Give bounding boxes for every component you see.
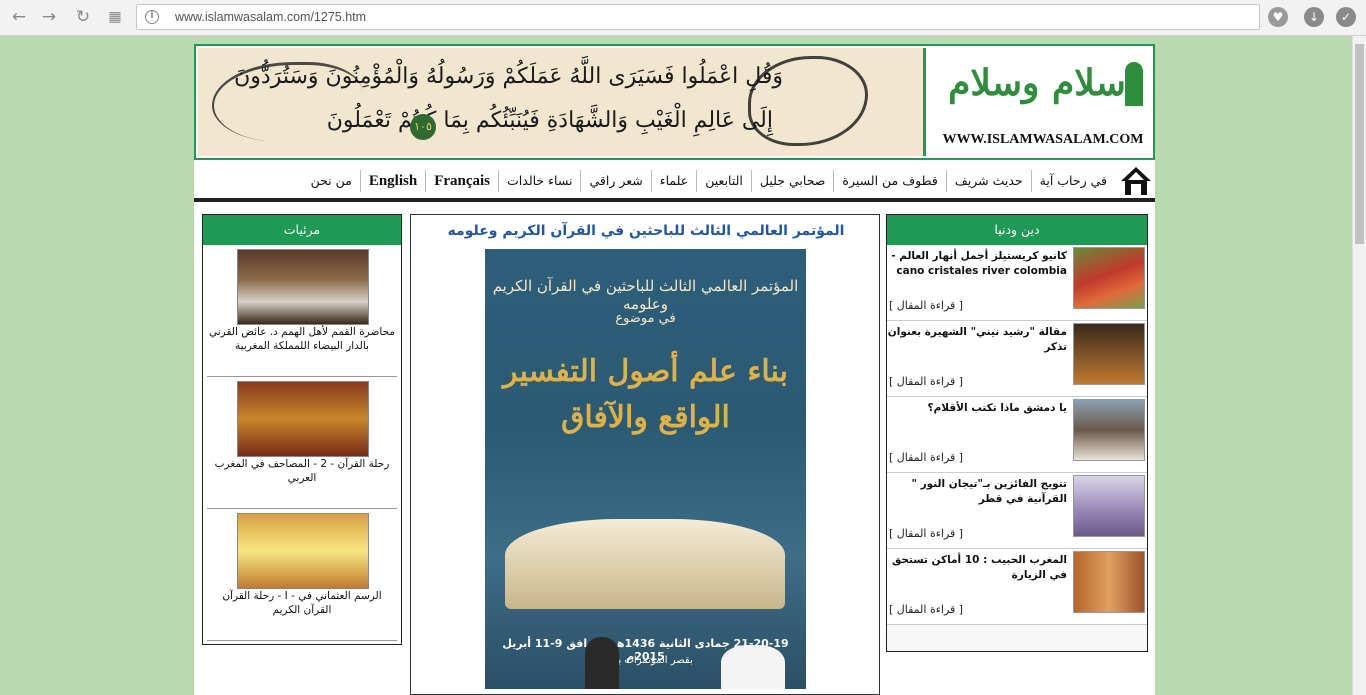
site-logo[interactable]: إسلام وسلام WWW.ISLAMWASALAM.COM xyxy=(932,48,1153,156)
news-title[interactable]: يا دمشق ماذا تكتب الأقلام؟ xyxy=(887,401,1067,416)
menu-item-scholars[interactable]: علماء xyxy=(650,170,697,192)
article-title[interactable]: المؤتمر العالمي الثالث للباحثين في القرآ… xyxy=(411,223,881,239)
news-thumbnail[interactable] xyxy=(1073,551,1145,613)
menu-item-tabieen[interactable]: التابعين xyxy=(696,170,751,192)
quran-verse-banner: وَقُلِ اعْمَلُوا فَسَيَرَى اللَّهُ عَمَل… xyxy=(198,48,926,156)
featured-article: المؤتمر العالمي الثالث للباحثين في القرآ… xyxy=(410,214,880,695)
poster-headline-2: الواقع والآفاق xyxy=(561,400,730,435)
logo-english-text: WWW.ISLAMWASALAM.COM xyxy=(942,132,1144,147)
open-book-illustration xyxy=(505,519,785,609)
back-icon[interactable]: ← xyxy=(8,6,30,28)
menu-items: في رحاب آيةحديث شريفقطوف من السيرةصحابي … xyxy=(303,170,1115,192)
menu-item-french[interactable]: Français xyxy=(425,170,498,192)
read-more-link[interactable]: [ قراءة المقال ] xyxy=(889,451,963,464)
conference-poster[interactable]: المؤتمر العالمي الثالث للباحثين في القرآ… xyxy=(485,249,806,689)
list-item: تتويج الفائزين بـ"تيجان النور " القرآنية… xyxy=(887,473,1147,549)
news-thumbnail[interactable] xyxy=(1073,399,1145,461)
video-thumbnail[interactable] xyxy=(237,249,369,325)
scrollbar[interactable] xyxy=(1352,36,1366,695)
info-icon[interactable]: i xyxy=(145,10,159,24)
menu-item-about[interactable]: من نحن xyxy=(303,170,360,192)
news-title[interactable]: مقالة "رشيد نيني" الشهيرة بعنوان تذكر xyxy=(887,325,1067,355)
video-title[interactable]: الرسم العثماني في - I - رحلة القرآن القر… xyxy=(207,589,397,617)
home-icon[interactable] xyxy=(1119,164,1153,198)
list-item: رحلة القرآن - 2 - المصاحف في المغرب العر… xyxy=(207,377,397,509)
browser-toolbar: ← → ↻ ▦ i www.islamwasalam.com/1275.htm … xyxy=(0,0,1366,36)
read-more-link[interactable]: [ قراءة المقال ] xyxy=(889,299,963,312)
menu-item-seerah[interactable]: قطوف من السيرة xyxy=(833,170,945,192)
list-item: الرسم العثماني في - I - رحلة القرآن القر… xyxy=(207,509,397,641)
extension-icon[interactable]: ✓ xyxy=(1336,7,1356,27)
menu-item-verse[interactable]: في رحاب آية xyxy=(1030,170,1115,192)
list-item: مقالة "رشيد نيني" الشهيرة بعنوان تذكر [ … xyxy=(887,321,1147,397)
video-title[interactable]: محاضرة القمم لأهل الهمم د. عائض القرني ب… xyxy=(207,325,397,353)
news-title[interactable]: المغرب الحبيب : 10 أماكن تستحق في الزيار… xyxy=(887,553,1067,583)
flowers-illustration xyxy=(721,645,785,689)
read-more-link[interactable]: [ قراءة المقال ] xyxy=(889,603,963,616)
read-more-link[interactable]: [ قراءة المقال ] xyxy=(889,527,963,540)
read-more-link[interactable]: [ قراءة المقال ] xyxy=(889,375,963,388)
menu-item-women[interactable]: نساء خالدات xyxy=(498,170,580,192)
list-item: المغرب الحبيب : 10 أماكن تستحق في الزيار… xyxy=(887,549,1147,625)
list-item: محاضرة القمم لأهل الهمم د. عائض القرني ب… xyxy=(207,245,397,377)
page-container: وَقُلِ اعْمَلُوا فَسَيَرَى اللَّهُ عَمَل… xyxy=(194,44,1155,695)
forward-icon[interactable]: → xyxy=(38,6,60,28)
speaker-figure xyxy=(585,637,619,689)
menu-item-hadith[interactable]: حديث شريف xyxy=(945,170,1031,192)
box-header: مرئيات xyxy=(203,215,401,245)
ayah-number-badge: ١٠٥ xyxy=(410,114,436,140)
videos-box: مرئيات محاضرة القمم لأهل الهمم د. عائض ا… xyxy=(202,214,402,645)
url-text[interactable]: www.islamwasalam.com/1275.htm xyxy=(175,10,366,24)
download-icon[interactable]: ↓ xyxy=(1304,7,1324,27)
poster-headline-1: بناء علم أصول التفسير xyxy=(503,354,788,389)
news-thumbnail[interactable] xyxy=(1073,247,1145,309)
scroll-thumb[interactable] xyxy=(1355,44,1364,244)
news-thumbnail[interactable] xyxy=(1073,323,1145,385)
menu-item-companion[interactable]: صحابي جليل xyxy=(750,170,833,192)
news-thumbnail[interactable] xyxy=(1073,475,1145,537)
address-bar[interactable]: i www.islamwasalam.com/1275.htm xyxy=(136,4,1260,30)
religion-world-box: دين ودنيا كانيو كريستيلز أجمل أنهار العا… xyxy=(886,214,1148,652)
video-thumbnail[interactable] xyxy=(237,381,369,457)
heart-icon[interactable]: ♥ xyxy=(1268,7,1288,27)
main-menu: في رحاب آيةحديث شريفقطوف من السيرةصحابي … xyxy=(194,162,1155,202)
menu-item-english[interactable]: English xyxy=(359,170,425,192)
news-title[interactable]: كانيو كريستيلز أجمل أنهار العالم - cano … xyxy=(887,249,1067,279)
logo-arabic-text: إسلام وسلام xyxy=(948,62,1136,104)
reload-icon[interactable]: ↻ xyxy=(72,6,94,28)
verse-line-2: إِلَى عَالِمِ الْغَيْبِ وَالشَّهَادَةِ ف… xyxy=(326,108,773,133)
poster-conference-name: المؤتمر العالمي الثالث للباحثين في القرآ… xyxy=(492,277,799,313)
verse-line-1: وَقُلِ اعْمَلُوا فَسَيَرَى اللَّهُ عَمَل… xyxy=(234,64,783,89)
poster-subject-label: في موضوع xyxy=(615,311,676,326)
video-thumbnail[interactable] xyxy=(237,513,369,589)
poster-headline: بناء علم أصول التفسير الواقع والآفاق xyxy=(485,349,806,441)
video-title[interactable]: رحلة القرآن - 2 - المصاحف في المغرب العر… xyxy=(207,457,397,485)
list-item: كانيو كريستيلز أجمل أنهار العالم - cano … xyxy=(887,245,1147,321)
site-banner: وَقُلِ اعْمَلُوا فَسَيَرَى اللَّهُ عَمَل… xyxy=(194,44,1155,160)
apps-icon[interactable]: ▦ xyxy=(104,6,126,28)
box-header: دين ودنيا xyxy=(887,215,1147,245)
menu-item-poetry[interactable]: شعر راقي xyxy=(580,170,650,192)
news-title[interactable]: تتويج الفائزين بـ"تيجان النور " القرآنية… xyxy=(887,477,1067,507)
list-item: يا دمشق ماذا تكتب الأقلام؟ [ قراءة المقا… xyxy=(887,397,1147,473)
